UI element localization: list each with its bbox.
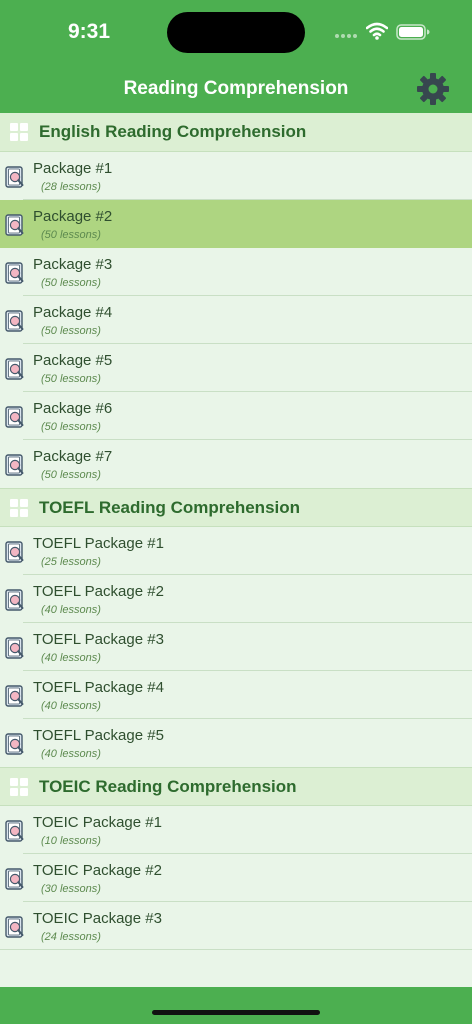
item-title: Package #2 xyxy=(33,208,113,225)
book-icon xyxy=(5,214,24,236)
gear-icon[interactable] xyxy=(416,72,450,106)
book-icon xyxy=(5,541,24,563)
section-title: English Reading Comprehension xyxy=(39,122,307,141)
list-item[interactable]: TOEIC Package #1 (10 lessons) xyxy=(0,806,472,854)
item-lesson-count: (40 lessons) xyxy=(41,700,101,712)
book-icon xyxy=(5,820,24,842)
section-header: TOEIC Reading Comprehension xyxy=(0,767,472,806)
item-lesson-count: (50 lessons) xyxy=(41,325,101,337)
package-list: English Reading Comprehension Package #1… xyxy=(0,113,472,950)
cellular-signal-icon xyxy=(335,34,357,38)
item-title: TOEIC Package #1 xyxy=(33,814,162,831)
item-title: Package #7 xyxy=(33,448,113,465)
wifi-icon xyxy=(366,22,388,40)
item-lesson-count: (25 lessons) xyxy=(41,556,101,568)
book-icon xyxy=(5,868,24,890)
item-lesson-count: (50 lessons) xyxy=(41,421,101,433)
book-icon xyxy=(5,637,24,659)
item-lesson-count: (10 lessons) xyxy=(41,835,101,847)
item-title: TOEIC Package #2 xyxy=(33,862,162,879)
list-item[interactable]: TOEFL Package #3 (40 lessons) xyxy=(0,623,472,671)
book-icon xyxy=(5,166,24,188)
book-icon xyxy=(5,454,24,476)
item-title: Package #4 xyxy=(33,304,113,321)
book-icon xyxy=(5,262,24,284)
status-time: 9:31 xyxy=(68,20,111,43)
home-indicator[interactable] xyxy=(152,1010,320,1015)
list-item[interactable]: Package #2 (50 lessons) xyxy=(0,200,472,248)
grid-icon xyxy=(10,777,28,796)
book-icon xyxy=(5,310,24,332)
bottom-bar xyxy=(0,987,472,1024)
grid-icon xyxy=(10,123,28,141)
item-title: Package #5 xyxy=(33,352,113,369)
item-lesson-count: (30 lessons) xyxy=(41,883,101,895)
item-title: Package #3 xyxy=(33,256,113,273)
list-item[interactable]: TOEFL Package #2 (40 lessons) xyxy=(0,575,472,623)
item-lesson-count: (40 lessons) xyxy=(41,652,101,664)
section-header: TOEFL Reading Comprehension xyxy=(0,488,472,527)
item-title: TOEIC Package #3 xyxy=(33,910,162,927)
list-item[interactable]: TOEFL Package #4 (40 lessons) xyxy=(0,671,472,719)
item-title: TOEFL Package #4 xyxy=(33,679,164,696)
section-title: TOEIC Reading Comprehension xyxy=(39,776,297,796)
list-item[interactable]: TOEFL Package #1 (25 lessons) xyxy=(0,527,472,575)
book-icon xyxy=(5,589,24,611)
list-item[interactable]: Package #1 (28 lessons) xyxy=(0,152,472,200)
book-icon xyxy=(5,406,24,428)
item-title: Package #6 xyxy=(33,400,113,417)
item-lesson-count: (40 lessons) xyxy=(41,748,101,760)
list-item[interactable]: Package #7 (50 lessons) xyxy=(0,440,472,488)
item-lesson-count: (50 lessons) xyxy=(41,373,101,385)
top-bar: 9:31 Reading Comprehension xyxy=(0,0,472,113)
list-item[interactable]: Package #4 (50 lessons) xyxy=(0,296,472,344)
section-header: English Reading Comprehension xyxy=(0,113,472,152)
item-lesson-count: (28 lessons) xyxy=(41,181,101,193)
grid-icon xyxy=(10,498,28,517)
divider xyxy=(0,949,472,950)
list-item[interactable]: Package #3 (50 lessons) xyxy=(0,248,472,296)
item-lesson-count: (24 lessons) xyxy=(41,931,101,943)
item-title: TOEFL Package #5 xyxy=(33,727,164,744)
item-lesson-count: (50 lessons) xyxy=(41,469,101,481)
item-lesson-count: (50 lessons) xyxy=(41,277,101,289)
dynamic-island xyxy=(167,12,305,53)
book-icon xyxy=(5,685,24,707)
list-item[interactable]: TOEIC Package #3 (24 lessons) xyxy=(0,902,472,950)
book-icon xyxy=(5,358,24,380)
item-title: Package #1 xyxy=(33,160,113,177)
item-lesson-count: (50 lessons) xyxy=(41,229,101,241)
page-title: Reading Comprehension xyxy=(123,78,349,99)
item-title: TOEFL Package #3 xyxy=(33,631,164,648)
list-item[interactable]: Package #6 (50 lessons) xyxy=(0,392,472,440)
book-icon xyxy=(5,733,24,755)
item-title: TOEFL Package #2 xyxy=(33,583,164,600)
book-icon xyxy=(5,916,24,938)
list-item[interactable]: TOEIC Package #2 (30 lessons) xyxy=(0,854,472,902)
list-item[interactable]: Package #5 (50 lessons) xyxy=(0,344,472,392)
item-title: TOEFL Package #1 xyxy=(33,535,164,552)
item-lesson-count: (40 lessons) xyxy=(41,604,101,616)
section-title: TOEFL Reading Comprehension xyxy=(39,497,301,517)
list-item[interactable]: TOEFL Package #5 (40 lessons) xyxy=(0,719,472,767)
battery-icon xyxy=(396,24,430,40)
